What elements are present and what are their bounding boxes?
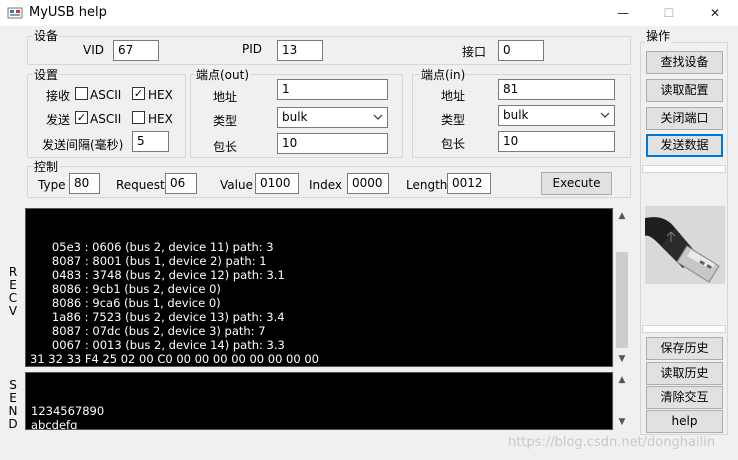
recv-console[interactable]: 05e3 : 0606 (bus 2, device 11) path: 3 8… [25, 208, 613, 367]
send-lines: 1234567890 abcdefg [31, 404, 607, 430]
in-type-value: bulk [503, 108, 529, 122]
send-input[interactable]: 1234567890 abcdefg [25, 372, 613, 430]
close-port-button[interactable]: 关闭端口 [646, 107, 723, 130]
ctrl-value-label: Value [220, 178, 253, 192]
ops-group-label: 操作 [645, 29, 672, 43]
endpoint-in-label: 端点(in) [420, 68, 467, 82]
device-group-label: 设备 [33, 29, 60, 43]
pid-label: PID [242, 42, 263, 56]
ctrl-length-label: Length [406, 178, 448, 192]
recv-ascii-checkbox[interactable] [75, 87, 88, 100]
scroll-down-icon[interactable]: ▼ [614, 414, 630, 430]
maximize-button[interactable]: ☐ [646, 0, 692, 26]
recv-mode-label: 接收 [46, 89, 71, 103]
pid-input[interactable]: 13 [277, 40, 323, 61]
recv-scrollbar[interactable]: ▲ ▼ [613, 208, 630, 367]
recv-side-label: R E C V [8, 265, 18, 318]
control-group-label: 控制 [33, 160, 60, 174]
out-type-label: 类型 [213, 114, 238, 128]
settings-group-label: 设置 [33, 68, 60, 82]
check-icon: ✓ [133, 87, 144, 100]
check-icon: ✓ [76, 111, 87, 124]
ctrl-index-input[interactable]: 0000 [347, 173, 389, 194]
recv-lines: 05e3 : 0606 (bus 2, device 11) path: 3 8… [30, 240, 608, 367]
title-bar: MyUSB help — ☐ ✕ [0, 0, 738, 26]
send-data-button[interactable]: 发送数据 [646, 134, 723, 157]
chevron-down-icon [373, 114, 383, 120]
port-input[interactable]: 0 [498, 40, 544, 61]
send-hex-label: HEX [148, 112, 173, 126]
save-history-button[interactable]: 保存历史 [646, 337, 723, 360]
send-line: 1234567890 [31, 404, 105, 418]
vid-input[interactable]: 67 [113, 40, 159, 61]
ops-divider-bottom [642, 325, 726, 333]
read-config-button[interactable]: 读取配置 [646, 79, 723, 102]
scroll-up-icon[interactable]: ▲ [614, 372, 630, 388]
send-mode-label: 发送 [46, 113, 71, 127]
ctrl-index-label: Index [309, 178, 343, 192]
minimize-icon: — [617, 6, 629, 20]
out-addr-label: 地址 [213, 90, 238, 104]
ctrl-type-input[interactable]: 80 [69, 173, 100, 194]
out-type-select[interactable]: bulk [277, 107, 388, 128]
ctrl-length-input[interactable]: 0012 [447, 173, 491, 194]
recv-hex-label: HEX [148, 88, 173, 102]
watermark: https://blog.csdn.net/donghailin [508, 435, 716, 450]
maximize-icon: ☐ [663, 6, 675, 20]
scroll-up-icon[interactable]: ▲ [614, 208, 630, 224]
send-scrollbar[interactable]: ▲ ▼ [613, 372, 630, 430]
send-ascii-checkbox[interactable]: ✓ [75, 111, 88, 124]
send-hex-checkbox[interactable] [132, 111, 145, 124]
close-icon: ✕ [709, 6, 721, 20]
in-type-label: 类型 [441, 113, 466, 127]
ops-divider [642, 165, 726, 173]
out-size-input[interactable]: 10 [277, 133, 388, 154]
send-side-label: S E N D [8, 378, 18, 431]
read-history-button[interactable]: 读取历史 [646, 362, 723, 385]
recv-line: 8086 : 9ca6 (bus 1, device 0) [30, 296, 221, 310]
scroll-thumb[interactable] [616, 252, 628, 348]
in-addr-input[interactable]: 81 [498, 79, 615, 100]
app-icon [7, 7, 23, 19]
in-type-select[interactable]: bulk [498, 105, 615, 126]
scroll-down-icon[interactable]: ▼ [614, 351, 630, 367]
vid-label: VID [83, 43, 104, 57]
ctrl-request-label: Request [116, 178, 165, 192]
find-device-button[interactable]: 查找设备 [646, 51, 723, 74]
ctrl-value-input[interactable]: 0100 [255, 173, 299, 194]
recv-ascii-label: ASCII [90, 88, 122, 102]
recv-line: 0067 : 0013 (bus 2, device 14) path: 3.3 [30, 338, 285, 352]
usb-plug-image [645, 206, 725, 284]
recv-line: 31 32 33 F4 25 02 00 C0 00 00 00 00 00 0… [30, 352, 319, 366]
ctrl-type-label: Type [38, 178, 66, 192]
send-interval-label: 发送间隔(毫秒) [42, 138, 124, 152]
out-addr-input[interactable]: 1 [277, 79, 388, 100]
in-addr-label: 地址 [441, 89, 466, 103]
recv-line: 0483 : 3748 (bus 2, device 12) path: 3.1 [30, 268, 285, 282]
recv-line: 8086 : 9cb1 (bus 2, device 0) [30, 282, 221, 296]
out-type-value: bulk [282, 110, 308, 124]
help-button[interactable]: help [646, 410, 723, 433]
out-size-label: 包长 [213, 140, 238, 154]
send-ascii-label: ASCII [90, 112, 122, 126]
recv-line: 8087 : 07dc (bus 2, device 3) path: 7 [30, 324, 266, 338]
clear-interaction-button[interactable]: 清除交互 [646, 386, 723, 409]
recv-line: 31 32 33 F4 25 02 00 C0 00 00 00 00 00 0… [30, 366, 608, 367]
recv-line: 8087 : 8001 (bus 1, device 2) path: 1 [30, 254, 267, 268]
window-title: MyUSB help [29, 5, 107, 20]
recv-line: 1a86 : 7523 (bus 2, device 13) path: 3.4 [30, 310, 285, 324]
endpoint-out-label: 端点(out) [195, 68, 251, 82]
chevron-down-icon [600, 112, 610, 118]
in-size-input[interactable]: 10 [498, 131, 615, 152]
send-interval-input[interactable]: 5 [132, 131, 169, 152]
recv-line: 05e3 : 0606 (bus 2, device 11) path: 3 [30, 240, 274, 254]
execute-button[interactable]: Execute [541, 172, 612, 195]
in-size-label: 包长 [441, 137, 466, 151]
port-label: 接口 [462, 45, 487, 59]
send-line: abcdefg [31, 418, 78, 430]
ctrl-request-input[interactable]: 06 [165, 173, 197, 194]
close-button[interactable]: ✕ [692, 0, 738, 26]
recv-hex-checkbox[interactable]: ✓ [132, 87, 145, 100]
minimize-button[interactable]: — [600, 0, 646, 26]
